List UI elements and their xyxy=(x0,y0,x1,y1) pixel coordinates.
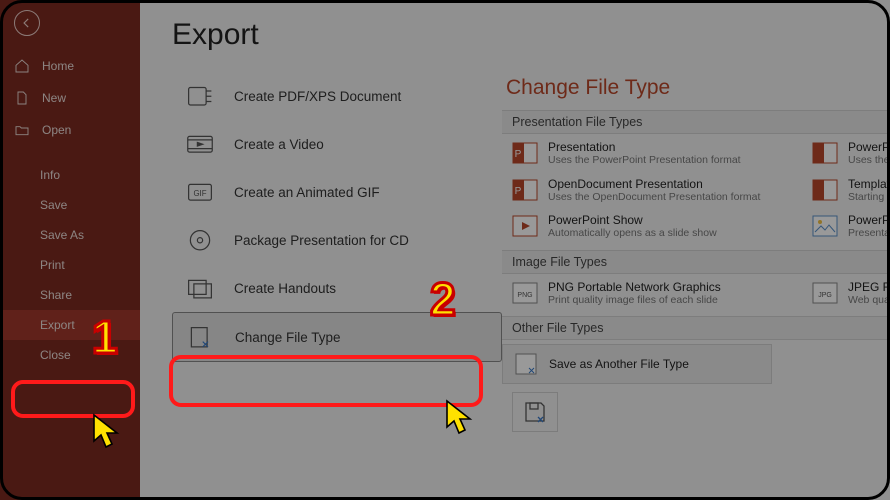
sidebar-label: Close xyxy=(40,348,71,362)
tile-label: PNG Portable Network Graphics xyxy=(548,280,721,294)
new-icon xyxy=(14,90,30,106)
main-panel: Export Create PDF/XPS Document Create a … xyxy=(140,0,890,500)
sidebar-item-home[interactable]: Home xyxy=(0,50,140,82)
tile-label: OpenDocument Presentation xyxy=(548,177,760,191)
tile-label: JPEG File In… xyxy=(848,280,890,294)
tile-desc: Print quality image files of each slide xyxy=(548,294,721,307)
sidebar-item-export[interactable]: Export xyxy=(0,310,140,340)
tile-desc: Web quality… xyxy=(848,294,890,307)
sidebar-label: Print xyxy=(40,258,65,272)
option-label: Change File Type xyxy=(235,330,341,345)
home-icon xyxy=(14,58,30,74)
tile-ppt9703[interactable]: PowerPointUses the Pow… xyxy=(812,140,890,167)
sidebar-item-share[interactable]: Share xyxy=(0,280,140,310)
tile-label: PowerPoint xyxy=(848,140,890,154)
sidebar-item-save[interactable]: Save xyxy=(0,190,140,220)
section-image-types: Image File Types xyxy=(502,250,890,274)
tile-label: Presentation xyxy=(548,140,741,154)
sidebar-label: Share xyxy=(40,288,72,302)
tile-label: Save as Another File Type xyxy=(549,357,689,371)
export-option-pdf[interactable]: Create PDF/XPS Document xyxy=(172,72,502,120)
tile-jpeg[interactable]: JPG JPEG File In…Web quality… xyxy=(812,280,890,307)
svg-text:PNG: PNG xyxy=(517,292,532,299)
sidebar-item-close[interactable]: Close xyxy=(0,340,140,370)
sidebar-label: New xyxy=(42,91,66,105)
tile-png[interactable]: PNG PNG Portable Network GraphicsPrint q… xyxy=(512,280,762,307)
page-title: Export xyxy=(172,18,502,52)
svg-text:P: P xyxy=(515,149,522,160)
detail-title: Change File Type xyxy=(506,76,890,100)
back-button[interactable] xyxy=(14,10,40,36)
change-file-type-panel: Change File Type Presentation File Types… xyxy=(502,18,890,500)
backstage-sidebar: Home New Open Info Save Save As Print Sh… xyxy=(0,0,140,500)
tile-desc: Uses the PowerPoint Presentation format xyxy=(548,154,741,167)
show-icon xyxy=(512,213,538,239)
option-label: Create Handouts xyxy=(234,281,336,296)
sidebar-item-new[interactable]: New xyxy=(0,82,140,114)
export-option-package[interactable]: Package Presentation for CD xyxy=(172,216,502,264)
option-label: Create a Video xyxy=(234,137,324,152)
video-icon xyxy=(186,132,214,156)
pdf-icon xyxy=(186,84,214,108)
export-option-gif[interactable]: GIF Create an Animated GIF xyxy=(172,168,502,216)
tile-save-as-another[interactable]: Save as Another File Type xyxy=(502,344,772,384)
tile-odp[interactable]: P OpenDocument PresentationUses the Open… xyxy=(512,177,762,204)
tile-label: Template xyxy=(848,177,890,191)
tile-presentation[interactable]: P PresentationUses the PowerPoint Presen… xyxy=(512,140,762,167)
png-icon: PNG xyxy=(512,280,538,306)
tile-desc: Starting poi… xyxy=(848,191,890,204)
cd-icon xyxy=(186,228,214,252)
sidebar-item-open[interactable]: Open xyxy=(0,114,140,146)
svg-text:GIF: GIF xyxy=(193,189,206,198)
export-option-change-file-type[interactable]: Change File Type xyxy=(172,312,502,362)
ppt-icon xyxy=(812,140,838,166)
export-option-handouts[interactable]: Create Handouts xyxy=(172,264,502,312)
change-file-type-icon xyxy=(187,325,215,349)
sidebar-label: Home xyxy=(42,59,74,73)
sidebar-item-info[interactable]: Info xyxy=(0,160,140,190)
tile-picture-presentation[interactable]: PowerPointPresentation… xyxy=(812,213,890,240)
option-label: Create PDF/XPS Document xyxy=(234,89,401,104)
sidebar-label: Save xyxy=(40,198,67,212)
sidebar-label: Info xyxy=(40,168,60,182)
sidebar-item-saveas[interactable]: Save As xyxy=(0,220,140,250)
tile-label: PowerPoint xyxy=(848,213,890,227)
svg-text:P: P xyxy=(515,186,522,197)
tile-desc: Uses the Pow… xyxy=(848,154,890,167)
sidebar-item-print[interactable]: Print xyxy=(0,250,140,280)
tile-desc: Automatically opens as a slide show xyxy=(548,227,717,240)
option-label: Package Presentation for CD xyxy=(234,233,409,248)
save-as-button[interactable] xyxy=(512,392,558,432)
tile-label: PowerPoint Show xyxy=(548,213,717,227)
handouts-icon xyxy=(186,276,214,300)
tile-desc: Uses the OpenDocument Presentation forma… xyxy=(548,191,760,204)
sidebar-label: Save As xyxy=(40,228,84,242)
section-other-types: Other File Types xyxy=(502,316,890,340)
picture-icon xyxy=(812,213,838,239)
open-icon xyxy=(14,122,30,138)
save-as-another-icon xyxy=(513,351,539,377)
svg-text:JPG: JPG xyxy=(818,292,832,299)
section-presentation-types: Presentation File Types xyxy=(502,110,890,134)
option-label: Create an Animated GIF xyxy=(234,185,380,200)
tile-show[interactable]: PowerPoint ShowAutomatically opens as a … xyxy=(512,213,762,240)
pptx-icon: P xyxy=(512,140,538,166)
odp-icon: P xyxy=(512,177,538,203)
export-option-video[interactable]: Create a Video xyxy=(172,120,502,168)
gif-icon: GIF xyxy=(186,180,214,204)
jpeg-icon: JPG xyxy=(812,280,838,306)
save-icon xyxy=(522,399,548,425)
template-icon xyxy=(812,177,838,203)
tile-template[interactable]: TemplateStarting poi… xyxy=(812,177,890,204)
sidebar-label: Open xyxy=(42,123,71,137)
sidebar-label: Export xyxy=(40,318,75,332)
tile-desc: Presentation… xyxy=(848,227,890,240)
